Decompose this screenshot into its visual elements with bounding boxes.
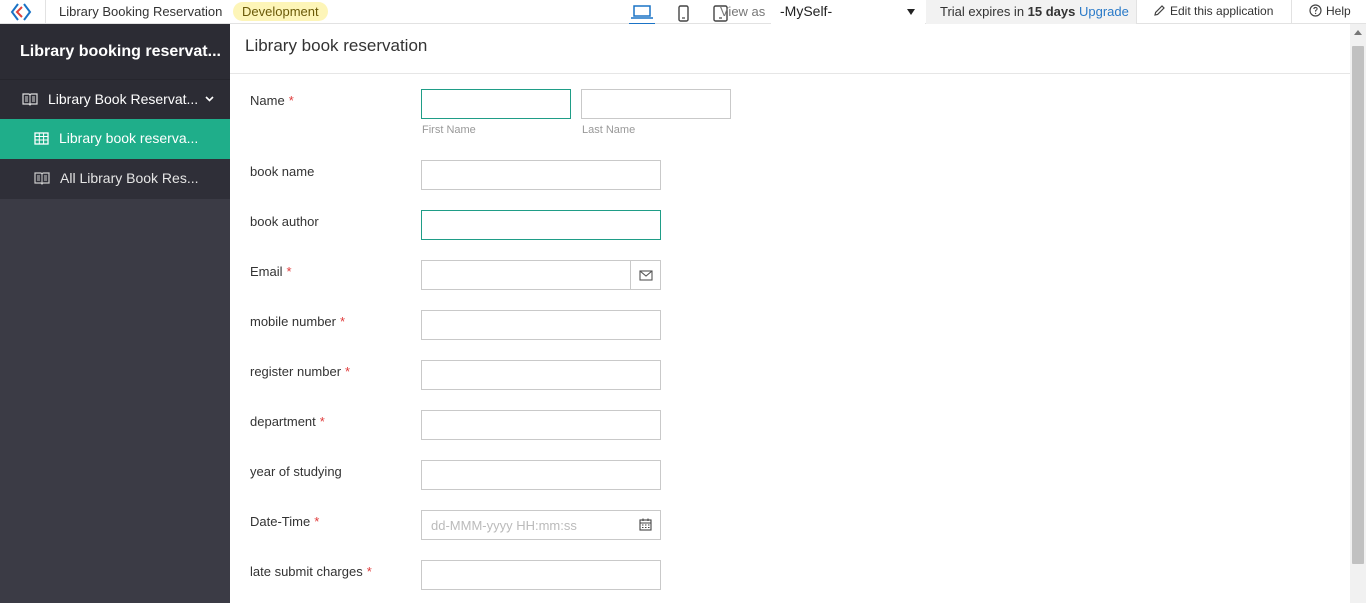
app-logo-icon[interactable] xyxy=(10,2,32,22)
trial-banner: Trial expires in 15 days Upgrade xyxy=(926,0,1136,24)
caret-down-icon xyxy=(907,9,915,15)
calendar-icon[interactable] xyxy=(639,518,652,531)
view-as-select[interactable]: -MySelf- xyxy=(771,0,925,24)
email-label-text: Email xyxy=(250,264,283,279)
laptop-icon xyxy=(631,5,653,19)
pencil-icon xyxy=(1154,5,1165,16)
upgrade-link[interactable]: Upgrade xyxy=(1079,4,1129,19)
last-name-sublabel: Last Name xyxy=(582,124,636,136)
late-submit-charges-input[interactable] xyxy=(421,560,661,590)
date-time-placeholder: dd-MMM-yyyy HH:mm:ss xyxy=(431,518,577,533)
date-time-input[interactable]: dd-MMM-yyyy HH:mm:ss xyxy=(421,510,661,540)
email-field[interactable] xyxy=(421,260,661,290)
chevron-down-icon xyxy=(205,96,214,102)
year-of-studying-input[interactable] xyxy=(421,460,661,490)
required-mark: * xyxy=(286,264,292,279)
sidebar-section-library-book-reservation[interactable]: Library Book Reservat... xyxy=(0,79,230,119)
top-bar: Library Booking Reservation Development … xyxy=(0,0,1366,25)
book-name-label: book name xyxy=(250,164,315,179)
sidebar-item-library-book-reservation-form[interactable]: Library book reserva... xyxy=(0,119,230,159)
page-title: Library book reservation xyxy=(230,24,1350,74)
main-content: Library book reservation Name * First Nam… xyxy=(230,24,1350,603)
first-name-sublabel: First Name xyxy=(422,124,476,136)
environment-badge: Development xyxy=(233,2,328,21)
late-submit-charges-label-text: late submit charges xyxy=(250,564,363,579)
trial-prefix: Trial expires in xyxy=(940,4,1025,19)
sidebar-app-title: Library booking reservat... xyxy=(0,24,230,79)
mobile-icon xyxy=(678,5,689,22)
sidebar-item-all-library-book-reservations[interactable]: All Library Book Res... xyxy=(0,159,230,199)
help-button[interactable]: Help xyxy=(1309,4,1351,18)
department-label-text: department xyxy=(250,414,316,429)
email-addon xyxy=(630,261,660,289)
late-submit-charges-label: late submit charges * xyxy=(250,564,372,579)
table-icon xyxy=(34,132,49,145)
trial-days: 15 days xyxy=(1027,4,1076,19)
mobile-number-label: mobile number * xyxy=(250,314,345,329)
mobile-number-input[interactable] xyxy=(421,310,661,340)
divider xyxy=(45,0,46,24)
laptop-view-button[interactable] xyxy=(629,3,655,25)
department-label: department * xyxy=(250,414,325,429)
book-author-label: book author xyxy=(250,214,319,229)
name-label: Name * xyxy=(250,93,294,108)
sidebar-item-label: All Library Book Res... xyxy=(60,170,199,186)
sidebar-item-label: Library book reserva... xyxy=(59,130,199,146)
required-mark: * xyxy=(345,364,351,379)
sidebar-section-label: Library Book Reservat... xyxy=(48,91,199,107)
vertical-scrollbar[interactable] xyxy=(1350,24,1366,603)
envelope-icon xyxy=(638,269,653,281)
view-as-value: -MySelf- xyxy=(780,3,833,19)
view-as-label: View as xyxy=(720,4,766,19)
date-time-label-text: Date-Time xyxy=(250,514,311,529)
app-name: Library Booking Reservation xyxy=(59,4,223,19)
divider xyxy=(1136,0,1137,24)
edit-application-label: Edit this application xyxy=(1170,4,1274,18)
department-input[interactable] xyxy=(421,410,661,440)
year-of-studying-label: year of studying xyxy=(250,464,342,479)
divider xyxy=(1291,0,1292,24)
register-number-input[interactable] xyxy=(421,360,661,390)
register-number-label-text: register number xyxy=(250,364,342,379)
edit-application-button[interactable]: Edit this application xyxy=(1153,4,1273,18)
first-name-input[interactable] xyxy=(421,89,571,119)
mobile-number-label-text: mobile number xyxy=(250,314,336,329)
book-icon xyxy=(22,93,38,106)
help-circle-icon xyxy=(1309,4,1322,17)
required-mark: * xyxy=(366,564,372,579)
required-mark: * xyxy=(288,93,294,108)
mobile-view-button[interactable] xyxy=(672,3,698,25)
required-mark: * xyxy=(319,414,325,429)
help-label: Help xyxy=(1326,4,1351,18)
required-mark: * xyxy=(340,314,346,329)
sidebar: Library booking reservat... Library Book… xyxy=(0,24,230,603)
required-mark: * xyxy=(314,514,320,529)
book-name-input[interactable] xyxy=(421,160,661,190)
book-author-input[interactable] xyxy=(421,210,661,240)
email-label: Email * xyxy=(250,264,292,279)
last-name-input[interactable] xyxy=(581,89,731,119)
name-label-text: Name xyxy=(250,93,285,108)
register-number-label: register number * xyxy=(250,364,350,379)
scrollbar-thumb[interactable] xyxy=(1352,46,1364,564)
date-time-label: Date-Time * xyxy=(250,514,319,529)
book-icon xyxy=(34,172,50,185)
scroll-up-arrow[interactable] xyxy=(1354,30,1362,35)
